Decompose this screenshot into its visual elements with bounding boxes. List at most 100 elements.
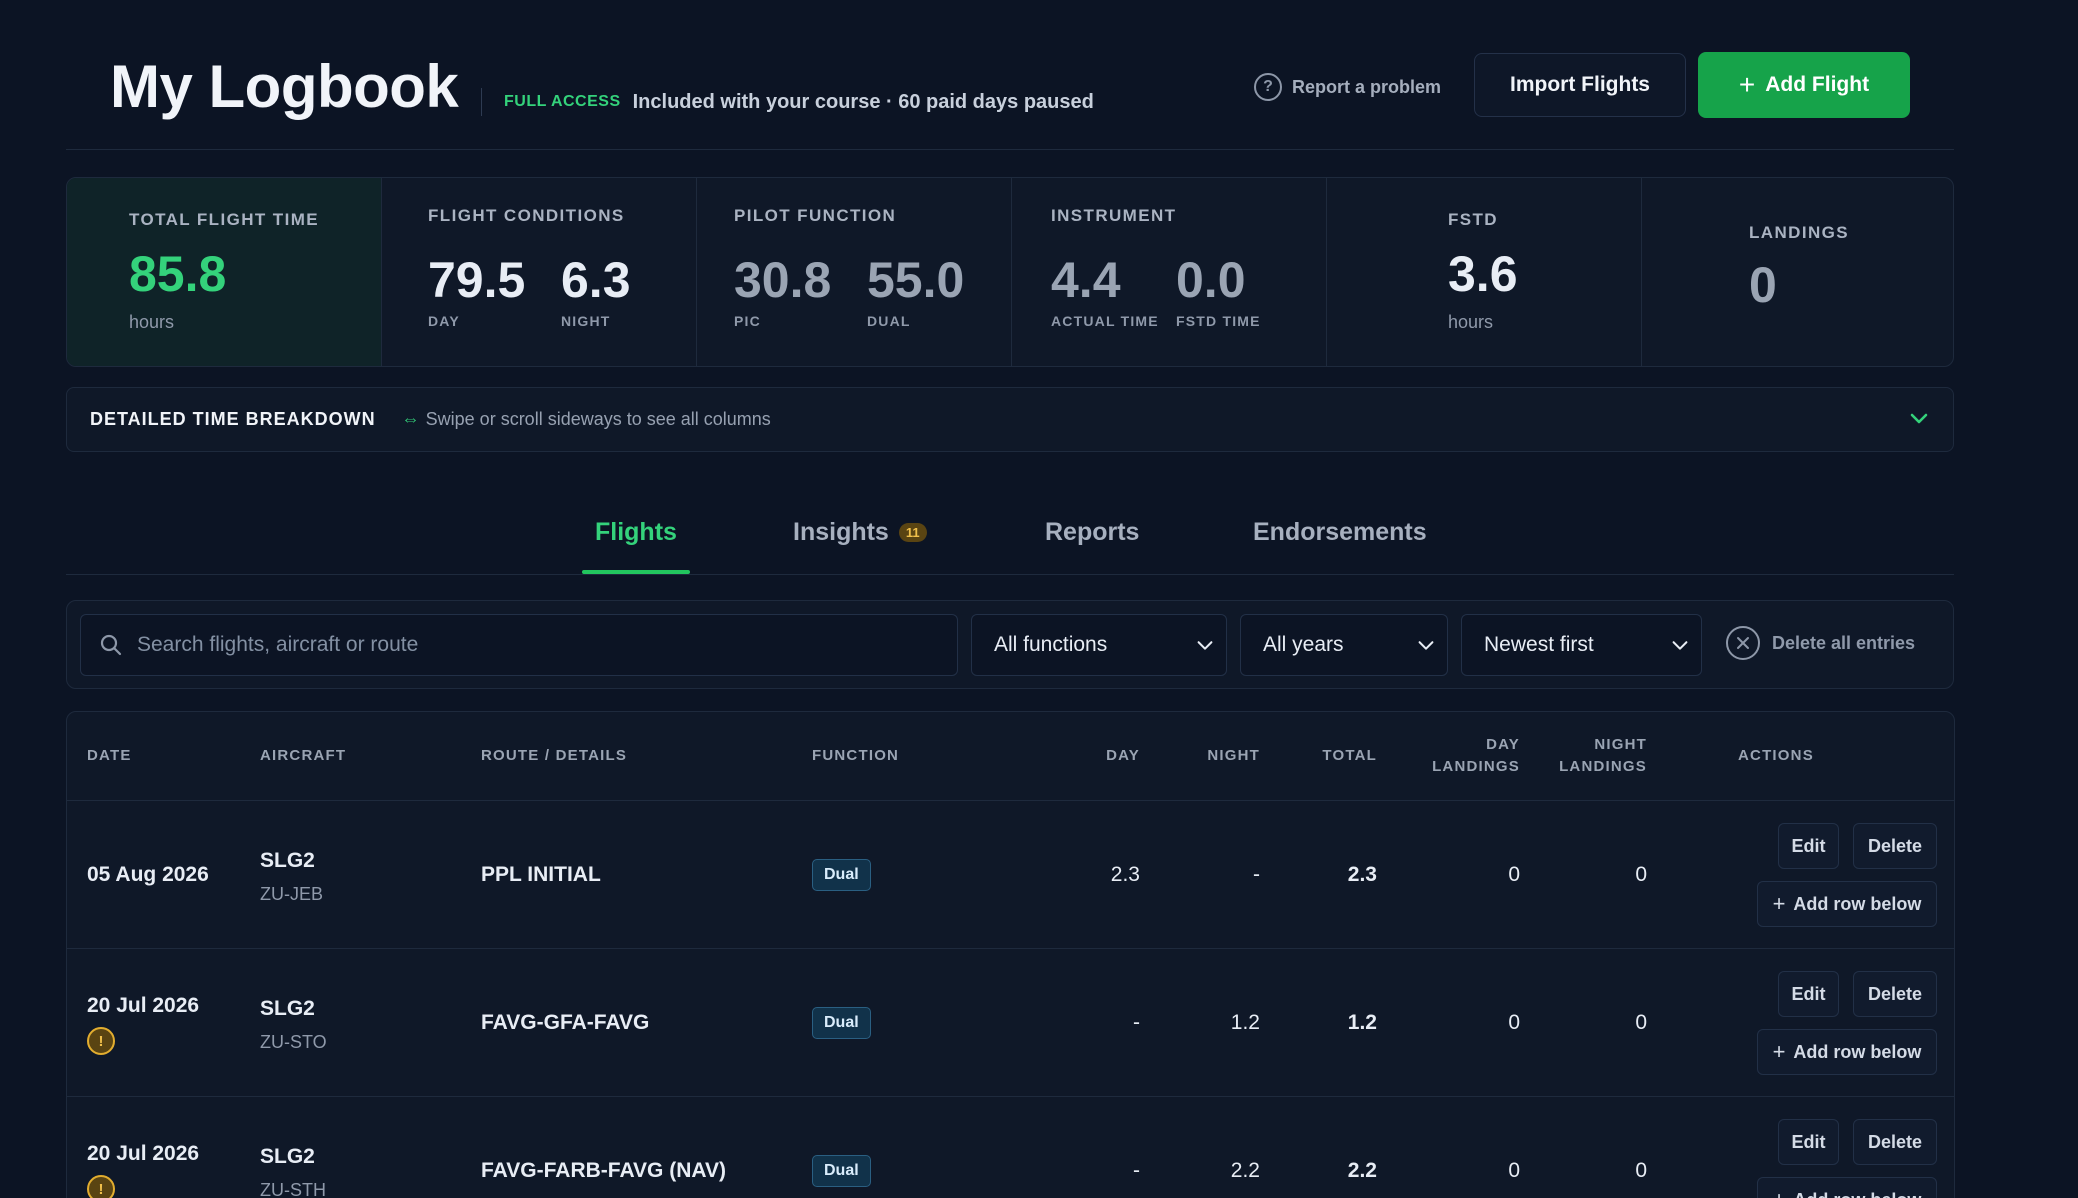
stat-label: TOTAL FLIGHT TIME xyxy=(129,210,320,229)
breakdown-hint-text: Swipe or scroll sideways to see all colu… xyxy=(425,409,771,429)
access-status: FULL ACCESS Included with your course · … xyxy=(481,88,1094,116)
row-day: - xyxy=(1133,1011,1140,1034)
tab-bar: Flights Insights 11 Reports Endorsements xyxy=(66,500,1954,575)
edit-button[interactable]: Edit xyxy=(1778,1119,1839,1165)
delete-button[interactable]: Delete xyxy=(1853,1119,1937,1165)
tab-endorsements[interactable]: Endorsements xyxy=(1253,518,1427,547)
col-actions: ACTIONS xyxy=(1738,747,1814,764)
years-select-value: All years xyxy=(1263,633,1344,656)
row-total: 2.2 xyxy=(1347,1159,1377,1182)
stat-label: FLIGHT CONDITIONS xyxy=(428,206,625,225)
add-row-below-button[interactable]: + Add row below xyxy=(1757,881,1937,927)
row-aircraft: SLG2 xyxy=(260,997,315,1020)
row-date: 20 Jul 2026 xyxy=(87,994,200,1017)
add-row-label: Add row below xyxy=(1793,1041,1922,1062)
chevron-down-icon xyxy=(1672,641,1688,650)
add-row-below-button[interactable]: + Add row below xyxy=(1757,1029,1937,1075)
insights-count-badge: 11 xyxy=(898,523,927,542)
row-night-landings: 0 xyxy=(1635,1011,1647,1034)
stat-actual-time: 4.4 ACTUAL TIME xyxy=(1051,255,1159,329)
swap-horizontal-icon: ⇔ xyxy=(401,409,420,429)
stat-pic: 30.8 PIC xyxy=(734,255,831,329)
col-night: NIGHT xyxy=(1207,747,1260,764)
delete-button[interactable]: Delete xyxy=(1853,971,1937,1017)
tab-flights[interactable]: Flights xyxy=(595,518,677,547)
stat-value: 6.3 xyxy=(561,252,631,308)
row-route: PPL INITIAL xyxy=(481,863,601,886)
add-row-below-button[interactable]: + Add row below xyxy=(1757,1177,1937,1198)
tab-insights[interactable]: Insights 11 xyxy=(793,518,927,547)
stat-unit: hours xyxy=(1448,312,1494,332)
years-select[interactable]: All years xyxy=(1240,614,1448,676)
access-badge: FULL ACCESS xyxy=(504,93,621,110)
edit-button[interactable]: Edit xyxy=(1778,823,1839,869)
stat-fstd-time: 0.0 FSTD TIME xyxy=(1176,255,1261,329)
import-flights-button[interactable]: Import Flights xyxy=(1474,53,1686,117)
row-night: 1.2 xyxy=(1230,1011,1260,1034)
col-total: TOTAL xyxy=(1322,747,1377,764)
stat-value: 0.0 xyxy=(1176,252,1246,308)
col-aircraft: AIRCRAFT xyxy=(260,747,347,764)
close-circle-icon xyxy=(1726,626,1760,660)
stat-label: LANDINGS xyxy=(1749,223,1849,242)
stat-fstd: FSTD 3.6 hours xyxy=(1327,178,1642,366)
row-function-badge: Dual xyxy=(812,859,871,891)
stat-instrument: INSTRUMENT 4.4 ACTUAL TIME 0.0 FSTD TIME xyxy=(1012,178,1327,366)
row-date: 05 Aug 2026 xyxy=(87,863,209,886)
row-aircraft: SLG2 xyxy=(260,849,315,872)
plus-icon: + xyxy=(1772,891,1786,916)
col-route: ROUTE / DETAILS xyxy=(481,747,628,764)
add-flight-button[interactable]: + Add Flight xyxy=(1698,52,1910,118)
row-function-badge: Dual xyxy=(812,1155,871,1187)
stat-flight-conditions: FLIGHT CONDITIONS 79.5 DAY 6.3 NIGHT xyxy=(382,178,697,366)
row-night: - xyxy=(1253,863,1260,886)
report-problem-link[interactable]: ? Report a problem xyxy=(1254,72,1441,102)
function-select-value: All functions xyxy=(994,633,1108,656)
stat-value: 85.8 xyxy=(129,246,227,302)
add-row-label: Add row below xyxy=(1793,1190,1921,1198)
help-icon: ? xyxy=(1254,73,1282,101)
table-header: DATE AIRCRAFT ROUTE / DETAILS FUNCTION D… xyxy=(67,712,1954,801)
row-function-badge: Dual xyxy=(812,1007,871,1039)
add-flight-label: Add Flight xyxy=(1765,73,1870,96)
table-row: 05 Aug 2026 SLG2 ZU-JEB PPL INITIAL Dual… xyxy=(67,801,1954,949)
stat-total-flight-time: TOTAL FLIGHT TIME 85.8 hours xyxy=(67,178,382,366)
detailed-time-breakdown-toggle[interactable]: DETAILED TIME BREAKDOWN ⇔ Swipe or scrol… xyxy=(66,387,1954,452)
stat-sublabel: DUAL xyxy=(867,313,911,329)
report-problem-label: Report a problem xyxy=(1292,76,1442,97)
stat-label: PILOT FUNCTION xyxy=(734,206,897,225)
stat-value: 55.0 xyxy=(867,252,965,308)
search-box xyxy=(80,614,958,676)
delete-all-entries-button[interactable]: Delete all entries xyxy=(1726,626,1915,660)
stat-value: 4.4 xyxy=(1051,252,1121,308)
row-day: 2.3 xyxy=(1110,863,1140,886)
logbook-page: My Logbook FULL ACCESS Included with you… xyxy=(0,0,2078,1198)
stat-value: 79.5 xyxy=(428,252,526,308)
warning-icon[interactable]: ! xyxy=(87,1175,115,1198)
row-aircraft: SLG2 xyxy=(260,1145,315,1168)
warning-icon[interactable]: ! xyxy=(87,1027,115,1055)
stat-value: 30.8 xyxy=(734,252,832,308)
row-registration: ZU-STO xyxy=(260,1032,327,1052)
edit-button[interactable]: Edit xyxy=(1778,971,1839,1017)
row-registration: ZU-STH xyxy=(260,1180,326,1198)
stat-night: 6.3 NIGHT xyxy=(561,255,631,329)
tab-label: Reports xyxy=(1045,518,1140,546)
stat-sublabel: ACTUAL TIME xyxy=(1051,313,1159,329)
search-input[interactable] xyxy=(137,633,917,657)
row-night-landings: 0 xyxy=(1635,1159,1647,1182)
sort-select-value: Newest first xyxy=(1484,633,1594,656)
breakdown-title: DETAILED TIME BREAKDOWN xyxy=(90,409,376,429)
row-day: - xyxy=(1133,1159,1140,1182)
breakdown-hint: ⇔ Swipe or scroll sideways to see all co… xyxy=(402,409,771,430)
row-date: 20 Jul 2026 xyxy=(87,1142,200,1165)
chevron-down-icon xyxy=(1910,413,1928,424)
delete-button[interactable]: Delete xyxy=(1853,823,1937,869)
sort-select[interactable]: Newest first xyxy=(1461,614,1702,676)
stat-sublabel: FSTD TIME xyxy=(1176,313,1261,329)
tab-reports[interactable]: Reports xyxy=(1045,518,1139,547)
stat-value: 0 xyxy=(1749,257,1777,313)
add-row-label: Add row below xyxy=(1793,893,1922,914)
function-select[interactable]: All functions xyxy=(971,614,1227,676)
row-night-landings: 0 xyxy=(1635,863,1647,886)
